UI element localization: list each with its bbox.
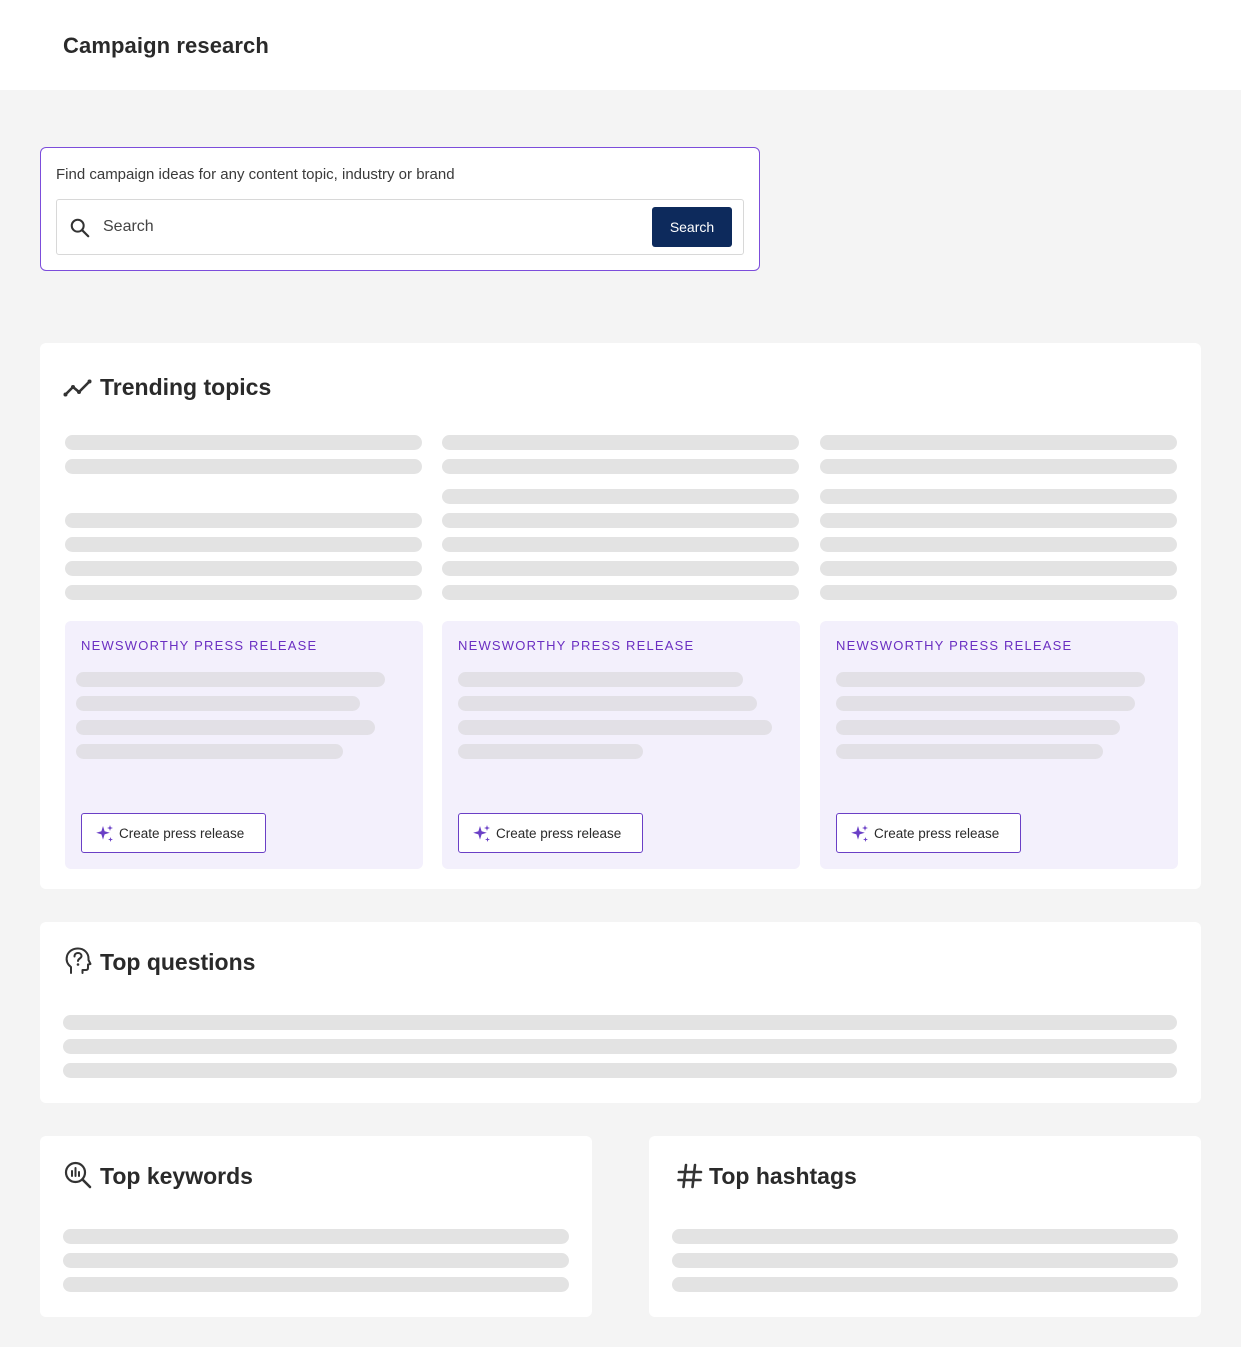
top-keywords-title: Top keywords: [100, 1163, 253, 1189]
sparkle-icon: [851, 825, 868, 842]
press-release-panel-2: NEWSWORTHY PRESS RELEASE Create press re…: [442, 621, 800, 869]
trending-topics-title: Trending topics: [100, 374, 272, 400]
create-press-release-label: Create press release: [496, 825, 622, 841]
create-press-release-button[interactable]: Create press release: [458, 813, 643, 853]
search-input[interactable]: [103, 210, 623, 244]
trend-line-icon: [63, 379, 92, 397]
top-hashtags-title: Top hashtags: [709, 1163, 857, 1189]
create-press-release-label: Create press release: [119, 825, 245, 841]
top-bar: Campaign research: [0, 0, 1241, 90]
create-press-release-label: Create press release: [874, 825, 1000, 841]
press-release-label: NEWSWORTHY PRESS RELEASE: [81, 638, 318, 653]
top-keywords-card: Top keywords: [40, 1136, 592, 1317]
press-release-panel-1: NEWSWORTHY PRESS RELEASE Create press re…: [65, 621, 423, 869]
create-press-release-button[interactable]: Create press release: [836, 813, 1021, 853]
top-questions-title: Top questions: [100, 949, 256, 975]
trending-topics-card: Trending topics NEWSWORTHY PRESS RELEASE: [40, 343, 1201, 889]
search-icon: [70, 218, 90, 238]
search-button[interactable]: Search: [652, 207, 732, 247]
top-questions-card: Top questions: [40, 922, 1201, 1103]
sparkle-icon: [96, 825, 113, 842]
top-hashtags-card: Top hashtags: [649, 1136, 1201, 1317]
search-box[interactable]: Search: [56, 199, 744, 255]
question-head-icon: [65, 947, 92, 974]
sparkle-icon: [473, 825, 490, 842]
search-card: Find campaign ideas for any content topi…: [40, 147, 760, 271]
search-chart-icon: [64, 1161, 92, 1189]
page-title: Campaign research: [63, 33, 269, 58]
press-release-label: NEWSWORTHY PRESS RELEASE: [836, 638, 1073, 653]
press-release-label: NEWSWORTHY PRESS RELEASE: [458, 638, 695, 653]
create-press-release-button[interactable]: Create press release: [81, 813, 266, 853]
hashtag-icon: [677, 1163, 703, 1189]
search-prompt: Find campaign ideas for any content topi…: [56, 166, 455, 183]
press-release-panel-3: NEWSWORTHY PRESS RELEASE Create press re…: [820, 621, 1178, 869]
